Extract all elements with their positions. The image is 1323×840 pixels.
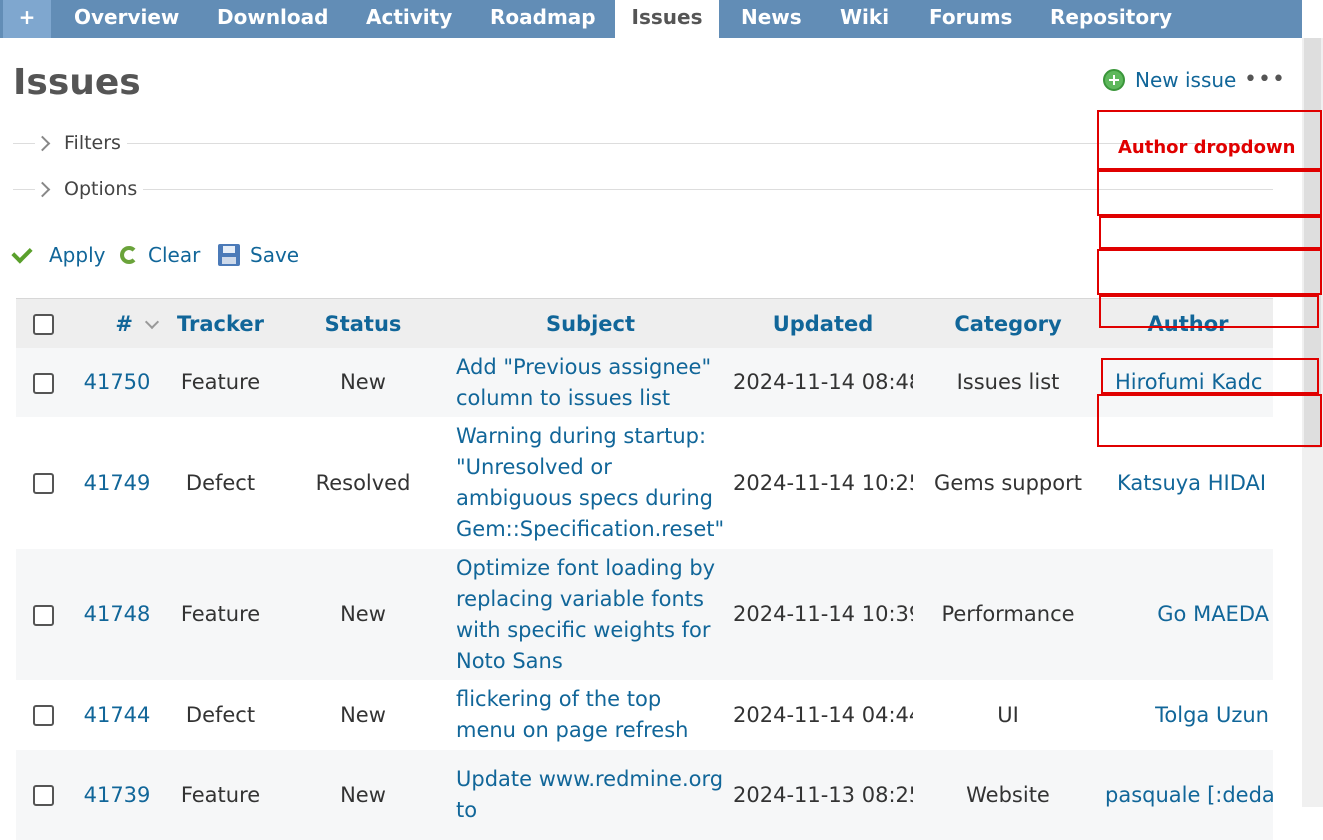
clear-button[interactable]: Clear xyxy=(120,243,200,267)
filters-fieldset: Filters xyxy=(13,132,1273,156)
updated-cell: 2024-11-13 08:25 xyxy=(733,750,913,840)
tracker-cell: Feature xyxy=(163,549,278,680)
tracker-cell: Feature xyxy=(163,348,278,417)
author-link[interactable]: Tolga Uzun xyxy=(1155,703,1269,727)
save-disk-icon xyxy=(218,244,240,266)
author-link[interactable]: Hirofumi Kadc xyxy=(1115,370,1262,394)
tab-download[interactable]: Download xyxy=(217,0,328,38)
options-toggle[interactable]: Options xyxy=(34,178,144,200)
issue-subject-link[interactable]: Add "Previous assignee" column to issues… xyxy=(456,355,711,410)
issues-table: # Tracker Status Subject Updated Categor… xyxy=(16,298,1273,840)
fieldset-divider xyxy=(13,143,1273,144)
tab-wiki[interactable]: Wiki xyxy=(840,0,889,38)
fieldset-divider xyxy=(13,189,1273,190)
category-cell: Issues list xyxy=(913,348,1103,417)
chevron-right-icon xyxy=(34,181,51,197)
options-fieldset: Options xyxy=(13,178,1273,202)
status-cell: New xyxy=(278,750,448,840)
issue-subject-link[interactable]: Optimize font loading by replacing varia… xyxy=(456,556,715,673)
issue-subject-link[interactable]: flickering of the top menu on page refre… xyxy=(456,687,688,742)
column-header-category[interactable]: Category xyxy=(913,298,1103,348)
tracker-cell: Defect xyxy=(163,417,278,549)
row-checkbox[interactable] xyxy=(33,705,54,726)
save-button[interactable]: Save xyxy=(218,243,299,267)
apply-button[interactable]: Apply xyxy=(11,242,106,267)
annotation-label: Author dropdown xyxy=(1118,137,1296,158)
new-issue-link[interactable]: New issue xyxy=(1103,67,1236,93)
column-header-author[interactable]: Author xyxy=(1103,298,1273,348)
status-cell: New xyxy=(278,680,448,750)
issue-id-link[interactable]: 41750 xyxy=(84,370,151,394)
issue-subject-link[interactable]: Warning during startup: "Unresolved or a… xyxy=(456,424,724,541)
category-cell: Website xyxy=(913,750,1103,840)
row-checkbox[interactable] xyxy=(33,372,54,394)
category-cell: UI xyxy=(913,680,1103,750)
sort-desc-icon xyxy=(144,314,160,329)
options-label: Options xyxy=(64,178,138,200)
tracker-cell: Feature xyxy=(163,750,278,840)
table-row[interactable]: 41748 Feature New Optimize font loading … xyxy=(16,549,1273,680)
author-link[interactable]: pasquale [:deda xyxy=(1105,783,1273,807)
tab-forums[interactable]: Forums xyxy=(929,0,1012,38)
annotation-box xyxy=(1099,216,1322,249)
checkmark-icon xyxy=(11,242,33,264)
updated-cell: 2024-11-14 10:25 xyxy=(733,417,913,549)
tab-activity[interactable]: Activity xyxy=(366,0,452,38)
row-checkbox[interactable] xyxy=(33,473,54,494)
status-cell: New xyxy=(278,549,448,680)
chevron-right-icon xyxy=(34,135,51,151)
table-row[interactable]: 41750 Feature New Add "Previous assignee… xyxy=(16,348,1273,417)
table-row[interactable]: 41749 Defect Resolved Warning during sta… xyxy=(16,417,1273,549)
row-checkbox[interactable] xyxy=(33,785,54,806)
issue-id-link[interactable]: 41739 xyxy=(84,783,151,807)
tab-issues[interactable]: Issues xyxy=(615,0,719,38)
author-link[interactable]: Katsuya HIDAI xyxy=(1117,471,1266,495)
tab-repository[interactable]: Repository xyxy=(1050,0,1172,38)
updated-cell: 2024-11-14 04:44 xyxy=(733,680,913,750)
tab-roadmap[interactable]: Roadmap xyxy=(490,0,596,38)
page-title: Issues xyxy=(13,62,141,103)
column-header-status[interactable]: Status xyxy=(278,298,448,348)
author-link[interactable]: Go MAEDA xyxy=(1157,602,1269,626)
row-checkbox[interactable] xyxy=(33,604,54,626)
status-cell: New xyxy=(278,348,448,417)
filters-toggle[interactable]: Filters xyxy=(34,132,127,154)
annotation-box xyxy=(1097,249,1322,295)
issue-id-link[interactable]: 41749 xyxy=(84,471,151,495)
column-header-subject[interactable]: Subject xyxy=(448,298,733,348)
add-circle-icon xyxy=(1103,69,1125,91)
new-issue-label: New issue xyxy=(1135,68,1237,92)
issue-id-link[interactable]: 41748 xyxy=(84,602,151,626)
table-header-row: # Tracker Status Subject Updated Categor… xyxy=(16,298,1273,348)
clear-label: Clear xyxy=(148,243,201,267)
tracker-cell: Defect xyxy=(163,680,278,750)
select-all-checkbox[interactable] xyxy=(33,314,54,335)
save-label: Save xyxy=(250,243,300,267)
reload-icon xyxy=(120,246,138,264)
filters-label: Filters xyxy=(64,132,121,154)
scrollbar-thumb[interactable] xyxy=(1304,38,1321,448)
column-header-updated[interactable]: Updated xyxy=(733,298,913,348)
updated-cell: 2024-11-14 10:39 xyxy=(733,549,913,680)
updated-cell: 2024-11-14 08:48 xyxy=(733,348,913,417)
tab-news[interactable]: News xyxy=(741,0,802,38)
project-menu: + Overview Download Activity Roadmap Iss… xyxy=(0,0,1302,38)
select-all-cell xyxy=(16,298,71,348)
issue-subject-link[interactable]: Update www.redmine.org to xyxy=(456,767,723,822)
new-object-tab[interactable]: + xyxy=(3,0,51,38)
status-cell: Resolved xyxy=(278,417,448,549)
more-actions-icon[interactable]: ••• xyxy=(1244,67,1286,92)
category-cell: Performance xyxy=(913,549,1103,680)
table-row[interactable]: 41739 Feature New Update www.redmine.org… xyxy=(16,750,1273,840)
issue-id-link[interactable]: 41744 xyxy=(84,703,151,727)
tab-overview[interactable]: Overview xyxy=(74,0,179,38)
column-header-tracker[interactable]: Tracker xyxy=(163,298,278,348)
apply-label: Apply xyxy=(49,243,106,267)
column-header-label: # xyxy=(115,311,133,336)
column-header-id[interactable]: # xyxy=(71,298,163,348)
category-cell: Gems support xyxy=(913,417,1103,549)
table-row[interactable]: 41744 Defect New flickering of the top m… xyxy=(16,680,1273,750)
